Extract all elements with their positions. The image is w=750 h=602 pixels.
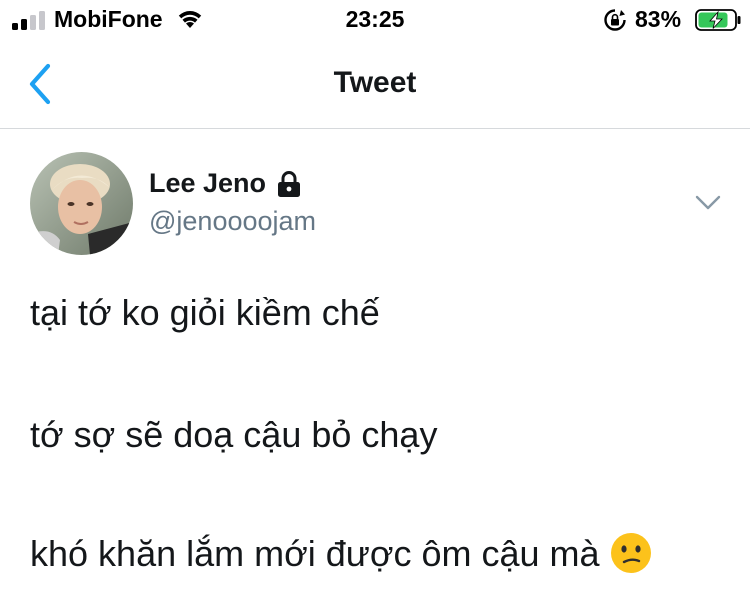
- author-handle[interactable]: @jenoooojam: [149, 206, 316, 237]
- tweet-text-line: tại tớ ko giỏi kiềm chế: [30, 292, 380, 333]
- battery-icon: [695, 9, 741, 31]
- avatar[interactable]: [30, 152, 133, 255]
- tweet-text-line: tớ sợ sẽ doạ cậu bỏ chạy: [30, 414, 438, 455]
- tweet-text-line-last: khó khăn lắm mới được ôm cậu mà: [30, 532, 652, 575]
- confused-face-emoji: [610, 533, 651, 573]
- tweet-text: khó khăn lắm mới được ôm cậu mà: [30, 533, 600, 574]
- status-bar: MobiFone 23:25 83%: [0, 0, 750, 40]
- lock-icon: [278, 170, 301, 197]
- rotation-lock-icon: [604, 9, 626, 31]
- battery-percent: 83%: [635, 6, 682, 32]
- nav-bar: Tweet: [0, 40, 750, 129]
- page-title: Tweet: [333, 66, 417, 99]
- profile-photo: [30, 152, 133, 255]
- author-name: Lee Jeno: [149, 168, 267, 198]
- chevron-down-icon[interactable]: [694, 192, 722, 214]
- author-name-row[interactable]: Lee Jeno: [149, 168, 302, 199]
